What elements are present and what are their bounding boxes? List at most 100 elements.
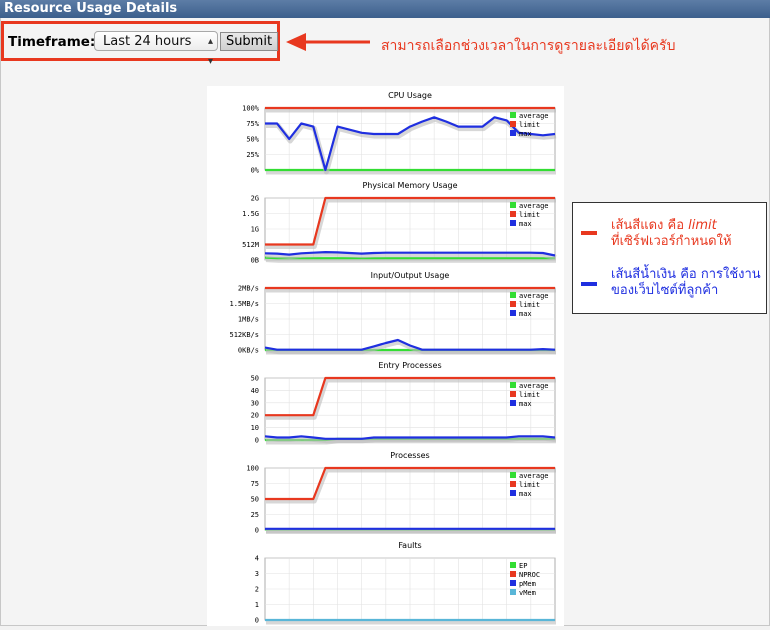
- y-tick-label: 50%: [246, 136, 259, 144]
- chart-0: CPU Usage 100% 75% 50% 25% 0% averagelimitmax: [242, 91, 557, 175]
- submit-button[interactable]: Submit: [220, 32, 278, 51]
- legend-label: average: [519, 112, 549, 120]
- left-arrow-icon: [286, 33, 370, 51]
- timeframe-select[interactable]: Last 24 hours ▴ ▾: [94, 31, 218, 67]
- chart-4: Processes 100 75 50 25 0 averagelimitmax: [246, 451, 556, 535]
- chart-3: Entry Processes 50 40 30 20 10 0 averagelimitma…: [251, 361, 557, 445]
- chart-5: Faults 4 3 2 1 0 EPNPROCpMemvMem: [255, 541, 556, 625]
- y-tick-label: 50: [251, 375, 259, 383]
- y-tick-label: 512KB/s: [229, 331, 259, 339]
- y-tick-label: 4: [255, 555, 259, 563]
- annotation-note: สามารถเลือกช่วงเวลาในการดูรายละเอียดได้ค…: [381, 38, 676, 54]
- chart-title: CPU Usage: [388, 91, 432, 100]
- legend-swatch: [510, 292, 516, 298]
- blue-line-swatch: [581, 282, 597, 286]
- legend-blue-line1: เส้นสีน้ำเงิน คือ การใช้งาน: [611, 267, 761, 282]
- y-tick-label: 0: [255, 437, 259, 445]
- y-tick-label: 75: [251, 480, 259, 488]
- legend-label: max: [519, 220, 532, 228]
- timeframe-form: Timeframe: Last 24 hours ▴ ▾ Submit: [1, 21, 280, 67]
- y-tick-label: 2G: [251, 195, 259, 203]
- charts-svg: CPU Usage100%75%50%25%0%averagelimitmaxP…: [229, 91, 557, 625]
- y-tick-label: 0B: [251, 257, 259, 265]
- legend-swatch: [510, 571, 516, 577]
- legend-swatch: [510, 391, 516, 397]
- legend-label: NPROC: [519, 571, 540, 579]
- legend-label: max: [519, 400, 532, 408]
- legend-red-em: limit: [688, 218, 717, 233]
- series-shadow: [265, 257, 556, 263]
- legend-swatch: [510, 301, 516, 307]
- legend-label: pMem: [519, 580, 536, 588]
- y-tick-label: 2MB/s: [238, 285, 259, 293]
- legend-label: average: [519, 472, 549, 480]
- y-tick-label: 3: [255, 570, 259, 578]
- legend-swatch: [510, 130, 516, 136]
- legend-swatch: [510, 400, 516, 406]
- legend-swatch: [510, 202, 516, 208]
- y-tick-label: 1MB/s: [238, 316, 259, 324]
- timeframe-selected-value: Last 24 hours: [103, 34, 192, 49]
- legend-label: limit: [519, 481, 540, 489]
- red-line-swatch: [581, 231, 597, 235]
- y-tick-label: 0KB/s: [238, 347, 259, 355]
- chart-title: Entry Processes: [378, 361, 441, 370]
- legend-label: average: [519, 382, 549, 390]
- y-tick-label: 1G: [251, 226, 259, 234]
- legend-label: EP: [519, 562, 527, 570]
- legend-swatch: [510, 589, 516, 595]
- legend-label: limit: [519, 391, 540, 399]
- chart-title: Physical Memory Usage: [362, 181, 457, 190]
- legend-red-prefix: เส้นสีแดง คือ: [611, 218, 689, 233]
- legend-label: max: [519, 130, 532, 138]
- legend-blue-line2: ของเว็บไซต์ที่ลูกค้า: [611, 283, 719, 298]
- legend-label: average: [519, 202, 549, 210]
- y-tick-label: 1.5G: [242, 210, 259, 218]
- legend-swatch: [510, 121, 516, 127]
- series-shadow: [265, 435, 557, 444]
- series-shadow: [265, 251, 557, 260]
- legend-swatch: [510, 310, 516, 316]
- series-line-average: [264, 256, 555, 260]
- y-tick-label: 40: [251, 387, 259, 395]
- chart-1: Physical Memory Usage 2G 1.5G 1G 512M 0B avera…: [242, 181, 557, 265]
- select-updown-icon: ▴ ▾: [207, 36, 213, 67]
- legend-label: average: [519, 292, 549, 300]
- timeframe-label: Timeframe:: [8, 34, 96, 50]
- y-tick-label: 20: [251, 412, 259, 420]
- legend-swatch: [510, 580, 516, 586]
- y-tick-label: 10: [251, 424, 259, 432]
- legend-swatch: [510, 220, 516, 226]
- legend-swatch: [510, 481, 516, 487]
- y-tick-label: 1: [255, 601, 259, 609]
- y-tick-label: 512M: [242, 241, 259, 249]
- y-tick-label: 0: [255, 527, 259, 535]
- page-title: Resource Usage Details: [0, 0, 770, 18]
- y-tick-label: 100: [246, 465, 259, 473]
- y-tick-label: 0%: [251, 167, 260, 175]
- y-tick-label: 75%: [246, 120, 259, 128]
- legend-swatch: [510, 112, 516, 118]
- legend-label: max: [519, 310, 532, 318]
- y-tick-label: 30: [251, 399, 259, 407]
- legend-swatch: [510, 382, 516, 388]
- chart-title: Input/Output Usage: [371, 271, 450, 280]
- legend-label: limit: [519, 121, 540, 129]
- legend-label: limit: [519, 301, 540, 309]
- charts-panel: CPU Usage 100% 75% 50% 25% 0% average limit max P…: [207, 86, 564, 626]
- legend-red-line2: ที่เซิร์ฟเวอร์กำหนดให้: [611, 234, 732, 249]
- annotation-legend: เส้นสีแดง คือ limit ที่เซิร์ฟเวอร์กำหนดใ…: [572, 202, 767, 314]
- legend-swatch: [510, 490, 516, 496]
- y-tick-label: 25: [251, 511, 259, 519]
- legend-swatch: [510, 472, 516, 478]
- legend-swatch: [510, 211, 516, 217]
- y-tick-label: 25%: [246, 151, 259, 159]
- chart-2: Input/Output Usage 2MB/s 1.5MB/s 1MB/s 512KB…: [229, 271, 557, 355]
- legend-label: max: [519, 490, 532, 498]
- legend-label: limit: [519, 211, 540, 219]
- y-tick-label: 1.5MB/s: [229, 300, 259, 308]
- chart-title: Faults: [398, 541, 421, 550]
- y-tick-label: 100%: [242, 105, 260, 113]
- legend-red-line1: เส้นสีแดง คือ limit: [611, 218, 717, 233]
- legend-label: vMem: [519, 589, 536, 597]
